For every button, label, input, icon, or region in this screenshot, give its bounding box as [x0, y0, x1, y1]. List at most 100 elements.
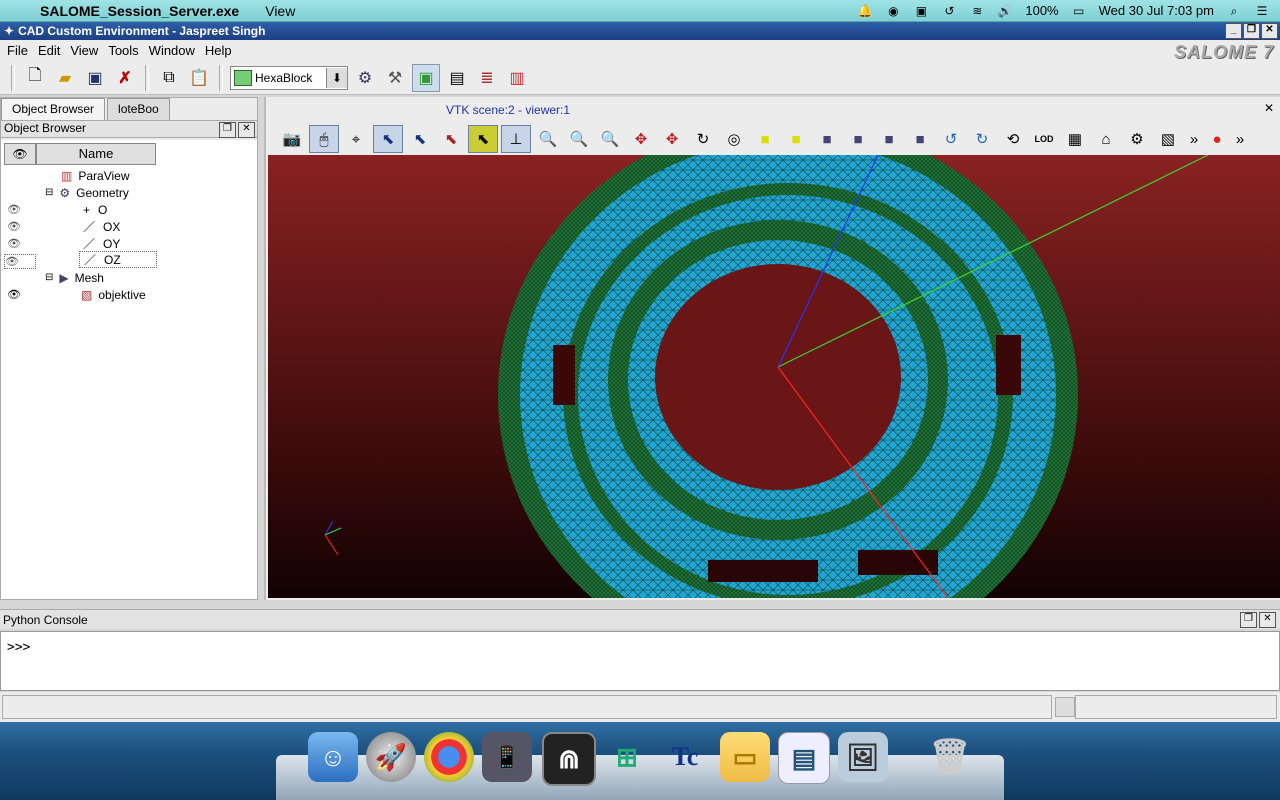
- minimize-button[interactable]: _: [1225, 23, 1242, 39]
- window-icon[interactable]: ▤: [778, 732, 830, 784]
- fit-all-icon[interactable]: 🔍: [534, 126, 562, 152]
- module-combo[interactable]: HexaBlock ⬇: [230, 65, 348, 90]
- rotate-icon[interactable]: ↻: [689, 126, 717, 152]
- list-icon[interactable]: ☰: [1254, 3, 1270, 19]
- float-icon[interactable]: ❐: [1240, 612, 1257, 628]
- eye-icon[interactable]: 👁: [7, 237, 21, 250]
- polygon-selection-icon[interactable]: ⬉: [437, 126, 465, 152]
- timemachine-icon[interactable]: ↺: [941, 3, 957, 19]
- front-view-icon[interactable]: ■: [751, 126, 779, 152]
- fit-area-icon[interactable]: 🔍: [565, 126, 593, 152]
- launchpad-icon[interactable]: 🚀: [366, 732, 416, 782]
- tree-item-oz[interactable]: ／ OZ: [79, 251, 157, 268]
- collapse-icon[interactable]: ⊟: [45, 272, 53, 283]
- visibility-column-header[interactable]: 👁: [4, 143, 36, 165]
- close-document-icon[interactable]: ✗: [112, 65, 138, 91]
- stop-icon[interactable]: [1055, 697, 1075, 717]
- screen-icon[interactable]: ▣: [913, 3, 929, 19]
- jobmanager-module-icon[interactable]: ≣: [474, 65, 500, 91]
- menu-tools[interactable]: Tools: [103, 43, 143, 58]
- copy-icon[interactable]: ⧉: [156, 65, 182, 91]
- tree-item-geometry[interactable]: ⊟ ⚙ Geometry: [45, 184, 129, 201]
- tc-icon[interactable]: Tc: [660, 732, 710, 782]
- tree-item-paraview[interactable]: ▥ ParaView: [61, 167, 129, 184]
- folder-icon[interactable]: ▭: [720, 732, 770, 782]
- hexablock-module-icon[interactable]: ▣: [412, 63, 440, 92]
- toolbar-extension-icon[interactable]: »: [1231, 126, 1249, 152]
- rect-selection-icon[interactable]: ⬉: [406, 126, 434, 152]
- menu-edit[interactable]: Edit: [33, 43, 65, 58]
- clipping-icon[interactable]: ⌂: [1092, 126, 1120, 152]
- app-name[interactable]: SALOME_Session_Server.exe: [40, 3, 239, 19]
- volume-icon[interactable]: 🔊: [997, 3, 1013, 19]
- reset-view-icon[interactable]: ⟲: [999, 126, 1027, 152]
- pan-icon[interactable]: ✥: [627, 126, 655, 152]
- record-icon[interactable]: ●: [1206, 126, 1228, 152]
- graduated-axes-icon[interactable]: ▦: [1061, 126, 1089, 152]
- chrome-icon[interactable]: [424, 732, 474, 782]
- restore-button[interactable]: ❐: [1243, 23, 1260, 39]
- dump-view-icon[interactable]: 📷: [278, 126, 306, 152]
- tab-object-browser[interactable]: Object Browser: [1, 98, 106, 121]
- float-icon[interactable]: ❐: [219, 122, 236, 138]
- clock[interactable]: Wed 30 Jul 7:03 pm: [1099, 3, 1214, 18]
- collapse-icon[interactable]: ⊟: [45, 187, 53, 198]
- menu-window[interactable]: Window: [144, 43, 200, 58]
- highlight-icon[interactable]: ⬉: [468, 125, 498, 153]
- windows-icon[interactable]: ⊞: [602, 732, 652, 782]
- trihedron-icon[interactable]: ⊥: [501, 125, 531, 153]
- back-view-icon[interactable]: ■: [782, 126, 810, 152]
- eye-icon[interactable]: 👁: [7, 203, 21, 216]
- toolbar-extension-icon[interactable]: »: [1185, 126, 1203, 152]
- save-icon[interactable]: ▣: [82, 65, 108, 91]
- toolbar-handle[interactable]: [11, 64, 15, 91]
- zoom-icon[interactable]: 🔍: [596, 126, 624, 152]
- finder-icon[interactable]: ☺: [308, 732, 358, 782]
- notification-icon[interactable]: 🔔: [857, 3, 873, 19]
- close-viewer-icon[interactable]: ✕: [1264, 101, 1274, 115]
- mesh-render[interactable]: [268, 155, 1280, 598]
- scaling-icon[interactable]: ⚙: [1123, 126, 1151, 152]
- interaction-style-icon[interactable]: 🖱: [309, 125, 339, 153]
- wifi-icon[interactable]: ≋: [969, 3, 985, 19]
- close-icon[interactable]: ✕: [1259, 612, 1276, 628]
- bottom-view-icon[interactable]: ■: [844, 126, 872, 152]
- tab-notebook[interactable]: loteBoo: [107, 98, 170, 121]
- close-icon[interactable]: ✕: [238, 122, 255, 138]
- menu-file[interactable]: File: [2, 43, 33, 58]
- geometry-module-icon[interactable]: ⚙: [352, 65, 378, 91]
- tree-item-objektive[interactable]: ▧ objektive: [81, 286, 146, 303]
- global-pan-icon[interactable]: ✥: [658, 126, 686, 152]
- mesh-module-icon[interactable]: ⚒: [382, 65, 408, 91]
- menu-help[interactable]: Help: [200, 43, 237, 58]
- tree-item-oy[interactable]: ／ OY: [83, 235, 120, 252]
- rotate-clockwise-icon[interactable]: ↻: [968, 126, 996, 152]
- projection-icon[interactable]: ▧: [1154, 126, 1182, 152]
- tree-item-mesh[interactable]: ⊟ ▶ Mesh: [45, 269, 104, 286]
- mac-menu-view[interactable]: View: [265, 3, 295, 19]
- right-view-icon[interactable]: ■: [906, 126, 934, 152]
- trash-icon[interactable]: 🗑: [925, 732, 975, 782]
- eye-icon[interactable]: 👁: [4, 254, 36, 269]
- tree-item-ox[interactable]: ／ OX: [83, 218, 120, 235]
- battery-icon[interactable]: ▭: [1071, 3, 1087, 19]
- viewer-title[interactable]: VTK scene:2 - viewer:1: [446, 103, 570, 117]
- preview-icon[interactable]: 🖼: [838, 732, 888, 782]
- name-column-header[interactable]: Name: [36, 143, 156, 165]
- zoom-style-icon[interactable]: ⌖: [342, 126, 370, 152]
- paraview-module-icon[interactable]: ▥: [504, 65, 530, 91]
- eye-icon[interactable]: 👁: [7, 220, 21, 233]
- eye-icon[interactable]: 👁: [7, 288, 21, 301]
- status-icon[interactable]: ◉: [885, 3, 901, 19]
- app-icon[interactable]: ⋒: [542, 732, 596, 786]
- lod-icon[interactable]: LOD: [1030, 126, 1058, 152]
- new-document-icon[interactable]: 🗋: [22, 65, 48, 91]
- left-view-icon[interactable]: ■: [875, 126, 903, 152]
- close-button[interactable]: ✕: [1261, 23, 1278, 39]
- top-view-icon[interactable]: ■: [813, 126, 841, 152]
- menu-view[interactable]: View: [65, 43, 103, 58]
- paste-icon[interactable]: 📋: [186, 65, 212, 91]
- rotation-point-icon[interactable]: ◎: [720, 126, 748, 152]
- open-folder-icon[interactable]: ▰: [52, 65, 78, 91]
- spotlight-icon[interactable]: ⌕: [1226, 3, 1242, 19]
